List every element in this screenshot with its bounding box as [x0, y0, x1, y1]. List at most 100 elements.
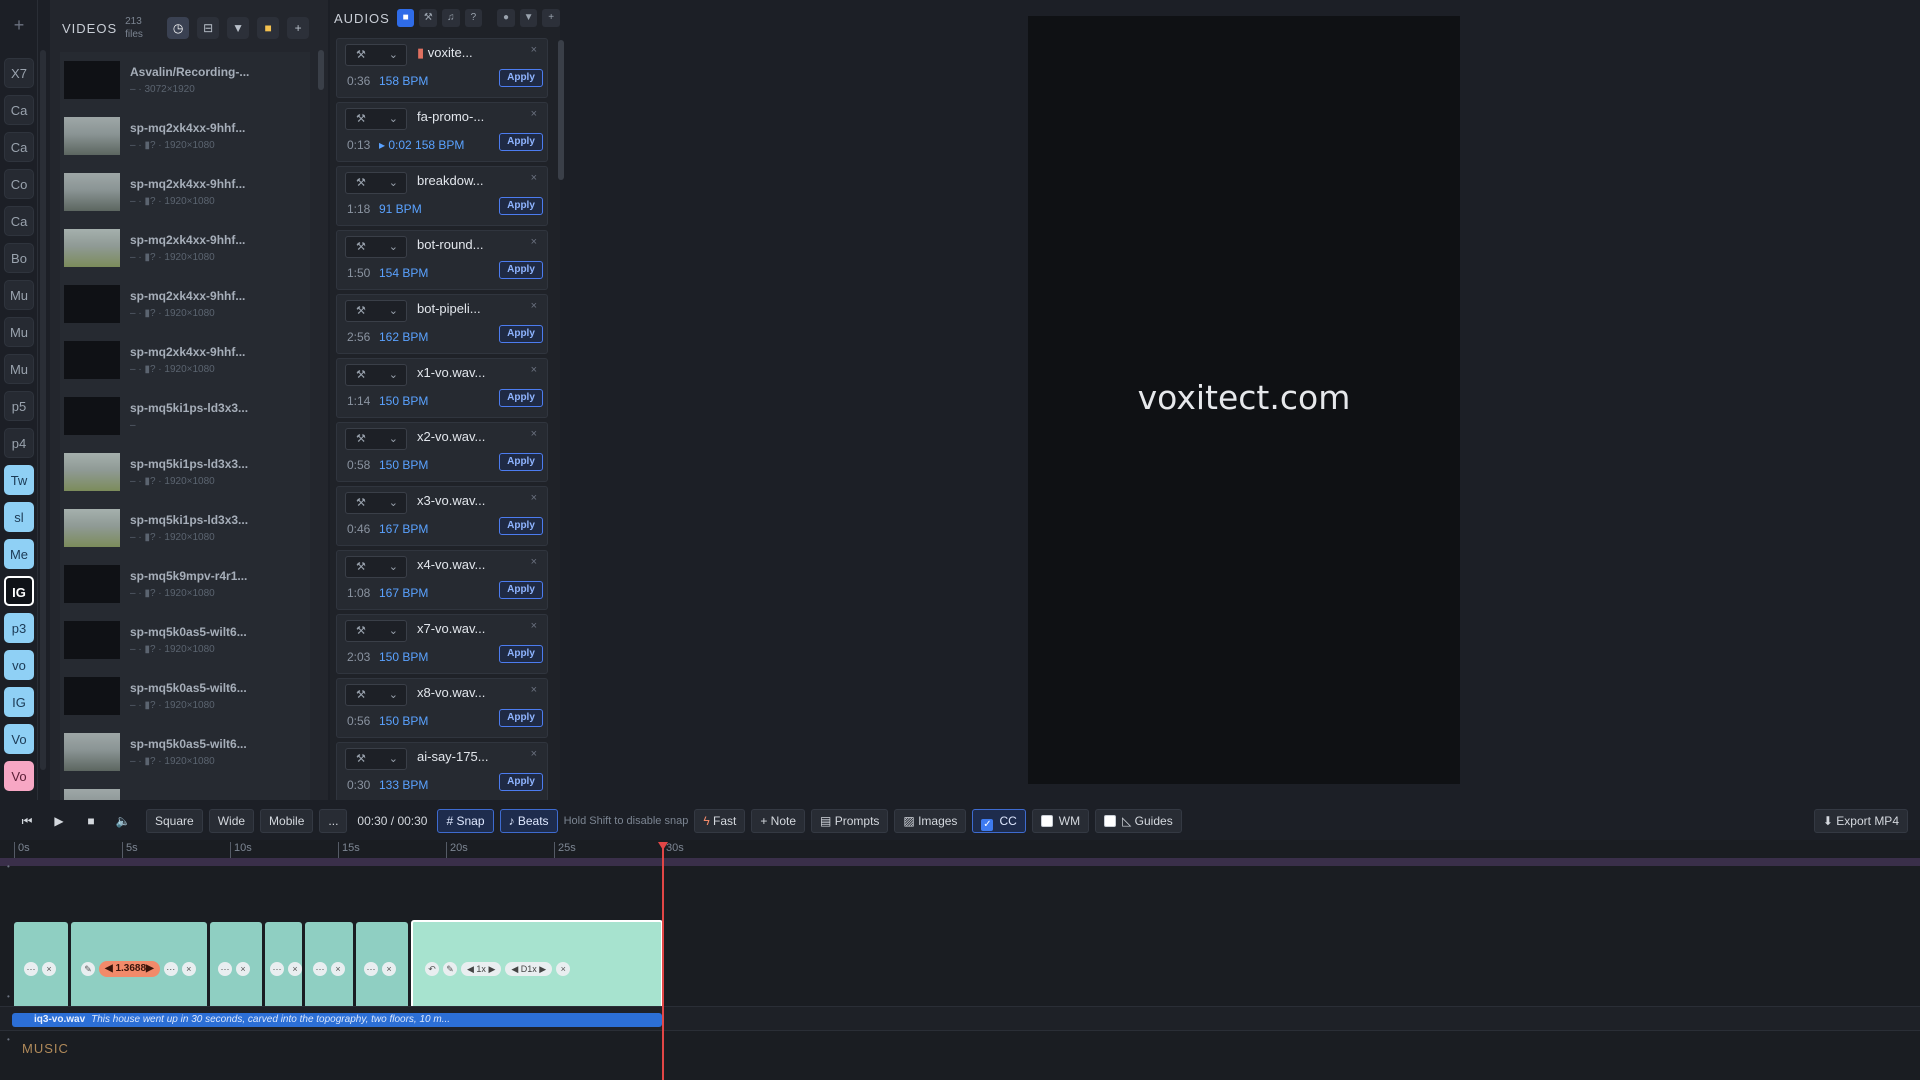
add-video-button[interactable]: + [287, 17, 310, 39]
video-list-item[interactable]: sp-mq2xk4xx-9hhf... – · ▮? · 1920×1080 [60, 332, 310, 388]
record-icon[interactable]: ● [497, 9, 515, 27]
all-audio-filter-icon[interactable]: ■ [396, 9, 415, 27]
cc-toggle[interactable]: ✓ CC [972, 809, 1026, 833]
collection-button[interactable]: IG [4, 687, 34, 717]
video-list-item[interactable]: sp-mq2xk4xx-9hhf... – · ▮? · 1920×1080 [60, 108, 310, 164]
apply-audio-button[interactable]: Apply [499, 453, 543, 471]
clip-mode-control[interactable]: ◀ D1x ▶ [505, 962, 553, 976]
clip-menu-icon[interactable]: ⋯ [163, 962, 178, 976]
add-audio-button[interactable]: + [542, 9, 560, 27]
aspect-square-button[interactable]: Square [146, 809, 203, 833]
audio-card[interactable]: ⚒ ⌄ bot-pipeli... × 2:56 162 BPM Apply [336, 294, 548, 354]
remove-audio-icon[interactable]: × [531, 556, 537, 568]
apply-audio-button[interactable]: Apply [499, 581, 543, 599]
clip-remove-icon[interactable]: × [236, 962, 250, 976]
guides-checkbox[interactable] [1104, 815, 1117, 827]
snap-toggle[interactable]: # Snap [437, 809, 494, 833]
audio-type-select[interactable]: ⚒ ⌄ [345, 684, 407, 706]
clip-menu-icon[interactable]: ⋯ [313, 962, 327, 976]
ruler-range-bar[interactable] [0, 858, 1920, 866]
timeline-clip[interactable]: ⋯ × [210, 922, 262, 1018]
audio-card[interactable]: ⚒ ⌄ fa-promo-... × 0:13 ▸ 0:02 158 BPM Apply [336, 102, 548, 162]
collection-button[interactable]: Tw [4, 465, 34, 495]
remove-audio-icon[interactable]: × [531, 492, 537, 504]
video-list-item[interactable]: sp-mq5ki1ps-ld3x3... – · ▮? · 1920×1080 [60, 500, 310, 556]
audio-card[interactable]: ⚒ ⌄ x1-vo.wav... × 1:14 150 BPM Apply [336, 358, 548, 418]
video-list-item[interactable]: sp-mq5k9mpv-r4r1... – · ▮? · 1920×1080 [60, 556, 310, 612]
guides-toggle[interactable]: ◺ Guides [1095, 809, 1182, 833]
cc-checkbox[interactable]: ✓ [981, 819, 994, 831]
clip-speed-control[interactable]: ◀ 1.3688▶ [99, 961, 160, 977]
rail-scrollbar[interactable] [40, 50, 46, 770]
audio-card[interactable]: ⚒ ⌄ x8-vo.wav... × 0:56 150 BPM Apply [336, 678, 548, 738]
audio-card[interactable]: ⚒ ⌄ ai-say-175... × 0:30 133 BPM Apply [336, 742, 548, 800]
preview-canvas[interactable]: voxitect.com [1028, 16, 1460, 784]
collection-button[interactable]: Mu [4, 317, 34, 347]
export-mp4-button[interactable]: ⬇ Export MP4 [1813, 809, 1908, 833]
apply-audio-button[interactable]: Apply [499, 645, 543, 663]
audio-type-select[interactable]: ⚒ ⌄ [345, 428, 407, 450]
remove-audio-icon[interactable]: × [531, 108, 537, 120]
beats-toggle[interactable]: ♪ Beats [499, 809, 558, 833]
volume-icon[interactable]: 🔈 [110, 809, 136, 833]
clip-undo-icon[interactable]: ↶ [425, 962, 439, 976]
audio-card[interactable]: ⚒ ⌄ x2-vo.wav... × 0:58 150 BPM Apply [336, 422, 548, 482]
timeline-clip[interactable]: ⋯ × [305, 922, 353, 1018]
remove-audio-icon[interactable]: × [531, 620, 537, 632]
play-icon[interactable]: ▶ [46, 809, 72, 833]
audio-list-scrollbar[interactable] [558, 40, 564, 180]
video-list-item[interactable]: sp-mq5ielb2-46l9n... [60, 780, 310, 800]
collection-button[interactable]: sl [4, 502, 34, 532]
audio-card[interactable]: ⚒ ⌄ breakdow... × 1:18 91 BPM Apply [336, 166, 548, 226]
audio-card[interactable]: ⚒ ⌄ bot-round... × 1:50 154 BPM Apply [336, 230, 548, 290]
collection-button[interactable]: Vo [4, 761, 34, 791]
apply-audio-button[interactable]: Apply [499, 709, 543, 727]
video-list-item[interactable]: sp-mq5ki1ps-ld3x3... – [60, 388, 310, 444]
remove-audio-icon[interactable]: × [531, 748, 537, 760]
video-list-item[interactable]: sp-mq5k0as5-wilt6... – · ▮? · 1920×1080 [60, 612, 310, 668]
folder-icon[interactable]: ■ [257, 17, 280, 39]
apply-audio-button[interactable]: Apply [499, 261, 543, 279]
unknown-filter-icon[interactable]: ? [464, 9, 483, 27]
remove-audio-icon[interactable]: × [531, 364, 537, 376]
aspect-wide-button[interactable]: Wide [208, 809, 255, 833]
timeline-clip[interactable]: ⋯ × [356, 922, 408, 1018]
collection-button[interactable]: p5 [4, 391, 34, 421]
skip-start-icon[interactable]: ⏮ [14, 809, 40, 833]
audio-filter-icon[interactable]: ▼ [519, 9, 538, 27]
voiceover-clip[interactable]: iq3-vo.wav This house went up in 30 secon… [12, 1013, 662, 1027]
audio-type-select[interactable]: ⚒ ⌄ [345, 556, 407, 578]
video-list-item[interactable]: sp-mq5ki1ps-ld3x3... – · ▮? · 1920×1080 [60, 444, 310, 500]
filter-icon[interactable]: ▼ [227, 17, 250, 39]
apply-audio-button[interactable]: Apply [499, 773, 543, 791]
audio-card[interactable]: ⚒ ⌄ x3-vo.wav... × 0:46 167 BPM Apply [336, 486, 548, 546]
more-aspect-button[interactable]: ... [319, 809, 348, 833]
remove-audio-icon[interactable]: × [531, 684, 537, 696]
clip-remove-icon[interactable]: × [181, 962, 196, 976]
vo-lane-caret-icon[interactable]: • [7, 992, 10, 1001]
collection-button[interactable]: X7 [4, 58, 34, 88]
prompts-button[interactable]: ▤ Prompts [811, 809, 889, 833]
audio-type-select[interactable]: ⚒ ⌄ [345, 172, 407, 194]
canvas-caption[interactable]: voxitect.com [1028, 378, 1460, 417]
audio-type-select[interactable]: ⚒ ⌄ [345, 748, 407, 770]
audio-card[interactable]: ⚒ ⌄ ▮ voxite... × 0:36 158 BPM Apply [336, 38, 548, 98]
clip-remove-icon[interactable]: × [331, 962, 345, 976]
collection-button[interactable]: IG [4, 576, 34, 606]
collection-button[interactable]: p4 [4, 428, 34, 458]
layout-toggle-icon[interactable]: ⊟ [197, 17, 220, 39]
audio-card[interactable]: ⚒ ⌄ x7-vo.wav... × 2:03 150 BPM Apply [336, 614, 548, 674]
audio-type-select[interactable]: ⚒ ⌄ [345, 108, 407, 130]
audio-type-select[interactable]: ⚒ ⌄ [345, 236, 407, 258]
collection-button[interactable]: vo [4, 650, 34, 680]
wm-toggle[interactable]: WM [1031, 809, 1090, 833]
timeline[interactable]: 0s 5s 10s 15s 20s 25s 30s • ⋯ × ✎ ◀ 1.3688▶ ⋯ × ⋯ ×… [0, 840, 1920, 1080]
clip-remove-icon[interactable]: × [288, 962, 302, 976]
video-list-item[interactable]: Asvalin/Recording-... – · 3072×1920 [60, 52, 310, 108]
apply-audio-button[interactable]: Apply [499, 197, 543, 215]
playhead[interactable] [662, 842, 664, 1080]
video-list-item[interactable]: sp-mq2xk4xx-9hhf... – · ▮? · 1920×1080 [60, 164, 310, 220]
video-list-item[interactable]: sp-mq2xk4xx-9hhf... – · ▮? · 1920×1080 [60, 276, 310, 332]
audio-type-select[interactable]: ⚒ ⌄ [345, 620, 407, 642]
aspect-mobile-button[interactable]: Mobile [260, 809, 314, 833]
